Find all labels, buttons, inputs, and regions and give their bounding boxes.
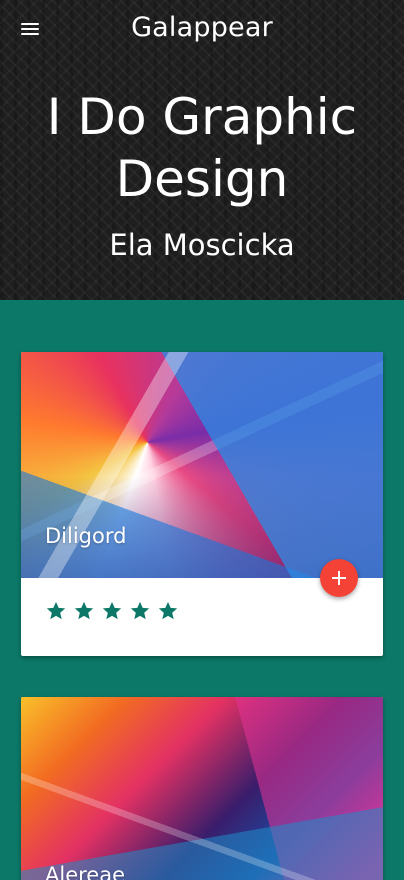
star-icon — [74, 601, 94, 620]
add-button[interactable] — [320, 559, 358, 597]
hero-title-line2: Design — [115, 150, 289, 208]
star-icon — [46, 601, 66, 620]
card-caption: Alereae — [45, 863, 126, 880]
header-banner: Galappear I Do Graphic Design Ela Moscic… — [0, 0, 404, 300]
portfolio-card[interactable]: Alereae — [21, 697, 383, 880]
star-icon — [130, 601, 150, 620]
card-image[interactable]: Alereae — [21, 697, 383, 880]
card-caption: Diligord — [45, 524, 127, 548]
app-title: Galappear — [131, 12, 273, 43]
star-icon — [158, 601, 178, 620]
plus-icon — [332, 571, 346, 585]
hero-title-line1: I Do Graphic — [46, 88, 358, 146]
hero-title: I Do Graphic Design — [0, 86, 404, 210]
star-rating — [45, 600, 179, 622]
portfolio-card[interactable]: Diligord — [21, 352, 383, 656]
card-image[interactable]: Diligord — [21, 352, 383, 578]
hero-subtitle: Ela Moscicka — [109, 228, 295, 262]
star-icon — [102, 601, 122, 620]
